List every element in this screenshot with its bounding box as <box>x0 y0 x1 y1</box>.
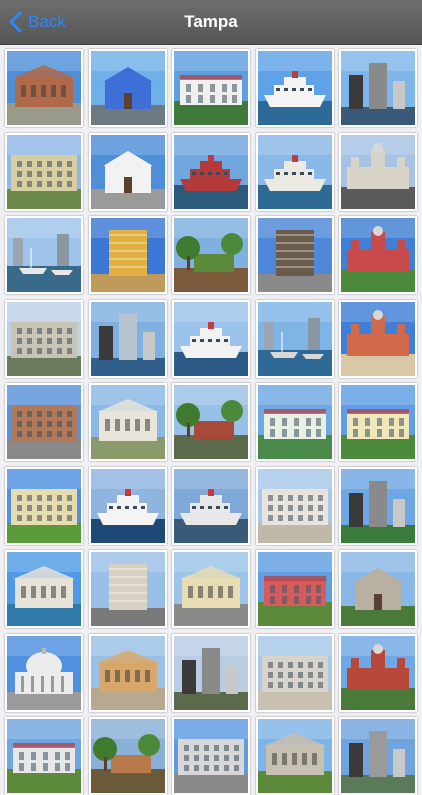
photo-thumbnail[interactable] <box>172 633 250 712</box>
photo-thumbnail[interactable] <box>255 216 334 294</box>
photo-thumbnail[interactable] <box>88 717 167 795</box>
photo-thumbnail[interactable] <box>88 299 167 378</box>
photo-image <box>7 552 81 626</box>
photo-image <box>174 468 248 543</box>
photo-thumbnail[interactable] <box>339 466 417 545</box>
navigation-bar: Back Tampa <box>0 0 422 45</box>
photo-thumbnail[interactable] <box>172 383 250 461</box>
photo-image <box>341 552 415 626</box>
photo-thumbnail[interactable] <box>339 633 417 712</box>
photo-image <box>341 468 415 543</box>
photo-thumbnail[interactable] <box>255 717 334 795</box>
photo-image <box>90 385 165 459</box>
photo-image <box>7 635 81 710</box>
photo-thumbnail[interactable] <box>88 216 167 294</box>
photo-thumbnail[interactable] <box>5 299 83 378</box>
photo-thumbnail[interactable] <box>172 216 250 294</box>
photo-image <box>174 385 248 459</box>
photo-image <box>257 635 332 710</box>
photo-image <box>174 635 248 710</box>
photo-image <box>90 635 165 710</box>
photo-image <box>90 218 165 292</box>
chevron-left-icon <box>9 11 22 33</box>
back-button[interactable]: Back <box>8 9 66 35</box>
photo-thumbnail[interactable] <box>339 550 417 628</box>
photo-image <box>90 134 165 209</box>
photo-image <box>341 134 415 209</box>
photo-image <box>174 134 248 209</box>
photo-thumbnail[interactable] <box>339 132 417 211</box>
photo-grid <box>5 49 419 795</box>
photo-image <box>90 301 165 376</box>
photo-image <box>341 218 415 292</box>
photo-image <box>257 134 332 209</box>
photo-thumbnail[interactable] <box>339 299 417 378</box>
photo-thumbnail[interactable] <box>5 550 83 628</box>
photo-thumbnail[interactable] <box>339 717 417 795</box>
photo-thumbnail[interactable] <box>88 383 167 461</box>
photo-thumbnail[interactable] <box>5 633 83 712</box>
photo-image <box>257 468 332 543</box>
photo-image <box>90 719 165 793</box>
photo-image <box>257 552 332 626</box>
photo-image <box>174 719 248 793</box>
photo-image <box>174 218 248 292</box>
photo-thumbnail[interactable] <box>172 466 250 545</box>
photo-thumbnail[interactable] <box>255 466 334 545</box>
photo-thumbnail[interactable] <box>88 466 167 545</box>
photo-thumbnail[interactable] <box>339 216 417 294</box>
photo-image <box>257 218 332 292</box>
photo-thumbnail[interactable] <box>255 550 334 628</box>
photo-thumbnail[interactable] <box>5 49 83 127</box>
photo-image <box>7 301 81 376</box>
photo-image <box>90 468 165 543</box>
photo-image <box>174 51 248 125</box>
photo-thumbnail[interactable] <box>88 49 167 127</box>
photo-thumbnail[interactable] <box>5 717 83 795</box>
photo-thumbnail[interactable] <box>172 717 250 795</box>
photo-thumbnail[interactable] <box>88 633 167 712</box>
photo-image <box>341 635 415 710</box>
photo-image <box>341 385 415 459</box>
photo-image <box>7 134 81 209</box>
photo-thumbnail[interactable] <box>255 383 334 461</box>
photo-image <box>7 468 81 543</box>
photo-image <box>257 51 332 125</box>
photo-image <box>341 301 415 376</box>
photo-image <box>174 301 248 376</box>
photo-image <box>257 719 332 793</box>
photo-image <box>90 51 165 125</box>
photo-thumbnail[interactable] <box>255 132 334 211</box>
photo-image <box>7 218 81 292</box>
photo-thumbnail[interactable] <box>5 132 83 211</box>
photo-thumbnail[interactable] <box>172 49 250 127</box>
photo-thumbnail[interactable] <box>88 550 167 628</box>
photo-image <box>174 552 248 626</box>
photo-thumbnail[interactable] <box>172 299 250 378</box>
photo-image <box>257 301 332 376</box>
photo-thumbnail[interactable] <box>172 550 250 628</box>
back-label: Back <box>28 12 66 31</box>
photo-thumbnail[interactable] <box>339 383 417 461</box>
photo-thumbnail[interactable] <box>5 216 83 294</box>
photo-image <box>257 385 332 459</box>
photo-thumbnail[interactable] <box>255 299 334 378</box>
photo-image <box>7 51 81 125</box>
photo-thumbnail[interactable] <box>5 383 83 461</box>
photo-thumbnail[interactable] <box>255 49 334 127</box>
photo-thumbnail[interactable] <box>339 49 417 127</box>
photo-image <box>341 51 415 125</box>
photo-thumbnail[interactable] <box>172 132 250 211</box>
photo-thumbnail[interactable] <box>255 633 334 712</box>
photo-image <box>341 719 415 793</box>
photo-image <box>90 552 165 626</box>
photo-thumbnail[interactable] <box>88 132 167 211</box>
photo-thumbnail[interactable] <box>5 466 83 545</box>
photo-image <box>7 385 81 459</box>
photo-image <box>7 719 81 793</box>
